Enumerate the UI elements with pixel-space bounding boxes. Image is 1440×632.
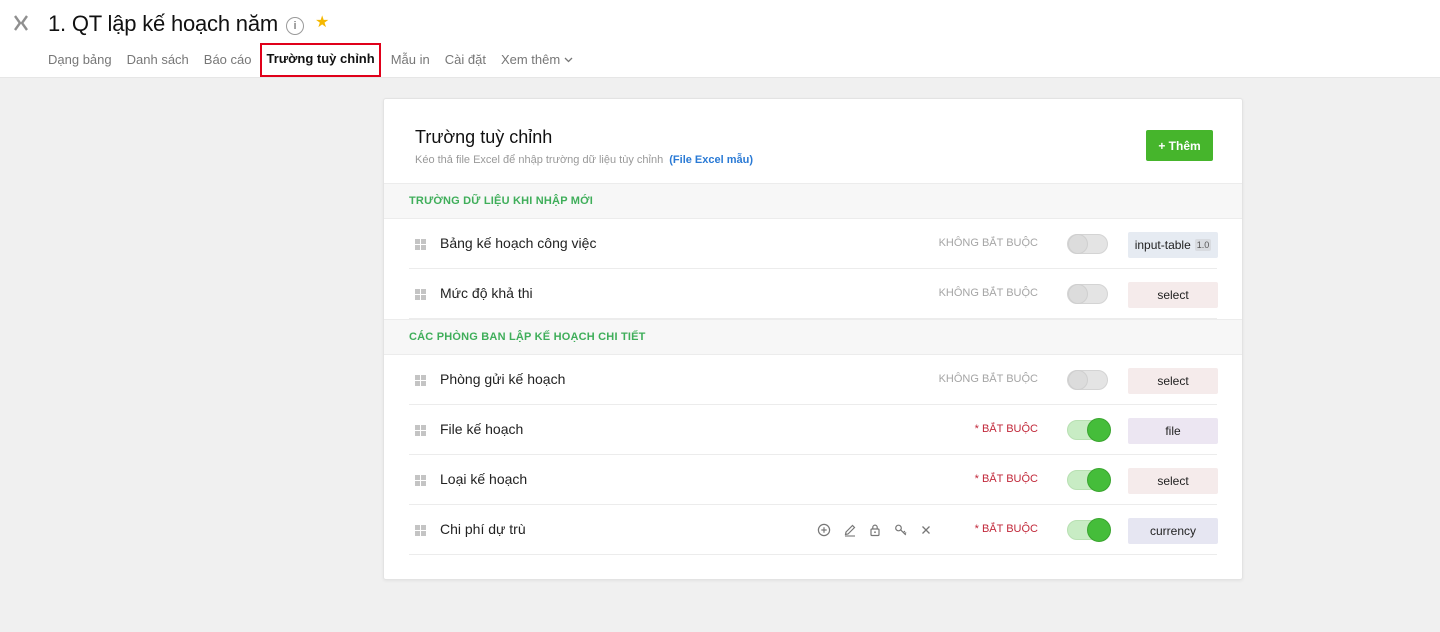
section-header-new-entry: TRƯỜNG DỮ LIỆU KHI NHẬP MỚI [384,183,1242,219]
required-toggle[interactable] [1067,234,1108,254]
field-row: Loại kế hoạch * BẮT BUỘC select [409,455,1218,505]
tab-bar: Dạng bảng Danh sách Báo cáo Trường tuỳ c… [48,43,588,77]
drag-handle-icon[interactable] [415,289,426,300]
tab-custom-fields[interactable]: Trường tuỳ chỉnh [260,43,381,77]
requirement-text: KHÔNG BẮT BUỘC [938,287,1038,299]
tab-list[interactable]: Danh sách [127,48,189,72]
field-type-badge: currency [1128,518,1218,544]
toggle-knob [1068,284,1088,304]
drag-handle-icon[interactable] [415,475,426,486]
tab-print-template[interactable]: Mẫu in [391,48,430,72]
toggle-knob [1068,234,1088,254]
tab-more-label: Xem thêm [500,52,561,67]
tab-report[interactable]: Báo cáo [204,48,252,72]
field-type-badge: select [1128,282,1218,308]
key-icon[interactable] [893,522,909,538]
card-subtitle-text: Kéo thả file Excel để nhập trường dữ liệ… [415,154,664,166]
sample-excel-link[interactable]: (File Excel mẫu) [669,154,753,166]
drag-handle-icon[interactable] [415,239,426,250]
chevron-down-icon [564,48,573,72]
required-toggle[interactable] [1067,418,1111,442]
card-title: Trường tuỳ chỉnh [415,127,553,147]
required-toggle[interactable] [1067,284,1108,304]
star-icon[interactable]: ★ [315,15,331,31]
field-type-label: input-table [1134,238,1191,252]
page-header: 1. QT lập kế hoạch năm i ★ Dạng bảng Dan… [0,0,1440,78]
field-row: File kế hoạch * BẮT BUỘC file [409,405,1218,455]
page-title: 1. QT lập kế hoạch năm [48,11,278,36]
field-row: Bảng kế hoạch công việc KHÔNG BẮT BUỘC i… [409,219,1218,269]
add-field-button[interactable]: + Thêm [1146,130,1213,161]
field-label: Phòng gửi kế hoạch [440,371,566,387]
card-subtitle: Kéo thả file Excel để nhập trường dữ liệ… [415,154,753,166]
field-type-badge: select [1128,368,1218,394]
lock-icon[interactable] [867,522,883,538]
field-label: Chi phí dự trù [440,521,526,537]
field-type-label: file [1165,424,1181,438]
field-type-label: select [1157,288,1189,302]
toggle-knob [1087,468,1111,492]
toggle-knob [1087,518,1111,542]
field-label: Loại kế hoạch [440,471,528,487]
tab-table-view[interactable]: Dạng bảng [48,48,112,72]
edit-icon[interactable] [842,522,858,538]
toggle-knob [1068,370,1088,390]
add-circle-icon[interactable] [816,522,832,538]
field-label: Bảng kế hoạch công việc [440,235,597,251]
field-row: Mức độ khả thi KHÔNG BẮT BUỘC select [409,269,1218,319]
required-toggle[interactable] [1067,518,1111,542]
field-row: Phòng gửi kế hoạch KHÔNG BẮT BUỘC select [409,355,1218,405]
field-type-label: select [1157,474,1189,488]
field-label: File kế hoạch [440,421,524,437]
tab-settings[interactable]: Cài đặt [445,48,486,72]
drag-handle-icon[interactable] [415,375,426,386]
tab-more[interactable]: Xem thêm [501,48,573,72]
field-row: Chi phí dự trù * BẮT BUỘC currency [409,505,1218,555]
requirement-text: * BẮT BUỘC [974,473,1038,485]
section-header-departments: CÁC PHÒNG BAN LẬP KẾ HOẠCH CHI TIẾT [384,319,1242,355]
field-type-label: select [1157,374,1189,388]
info-icon[interactable]: i [286,17,304,35]
toggle-knob [1087,418,1111,442]
requirement-text: * BẮT BUỘC [974,523,1038,535]
field-type-badge: file [1128,418,1218,444]
requirement-text: KHÔNG BẮT BUỘC [938,373,1038,385]
requirement-text: KHÔNG BẮT BUỘC [938,237,1038,249]
close-icon[interactable] [918,522,934,538]
field-type-badge: input-table 1.0 [1128,232,1218,258]
version-badge: 1.0 [1194,239,1212,251]
field-label: Mức độ khả thi [440,285,533,301]
required-toggle[interactable] [1067,468,1111,492]
required-toggle[interactable] [1067,370,1108,390]
drag-handle-icon[interactable] [415,525,426,536]
drag-handle-icon[interactable] [415,425,426,436]
row-actions [816,522,944,538]
requirement-text: * BẮT BUỘC [974,423,1038,435]
field-type-label: currency [1149,524,1196,538]
custom-fields-card: Trường tuỳ chỉnh Kéo thả file Excel để n… [383,98,1243,580]
field-type-badge: select [1128,468,1218,494]
collapse-arrows-icon[interactable] [12,12,34,34]
